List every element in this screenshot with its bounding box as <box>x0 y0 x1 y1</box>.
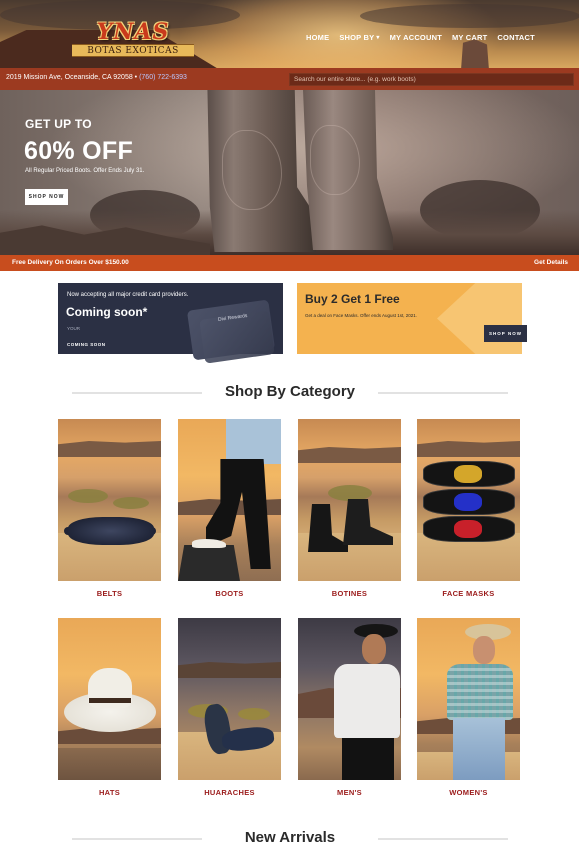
site-logo[interactable]: YNAS BOTAS EXOTICAS <box>72 18 194 58</box>
category-tile-botines[interactable] <box>298 419 401 581</box>
address-text: 2019 Mission Ave, Oceanside, CA 92058 • <box>6 74 140 81</box>
category-tile-mens[interactable] <box>298 618 401 780</box>
womens-model-jeans <box>453 718 505 780</box>
mask-print <box>454 520 482 538</box>
botine-boot <box>343 499 393 545</box>
logo-name: YNAS <box>96 19 170 45</box>
hero-subtitle: All Regular Priced Boots. Offer Ends Jul… <box>25 168 145 174</box>
promo-credit-badge: COMING SOON <box>67 342 106 347</box>
nav-my-account[interactable]: MY ACCOUNT <box>390 31 442 43</box>
face-mask <box>423 461 515 487</box>
nav-contact[interactable]: CONTACT <box>497 31 535 43</box>
tile-mesa <box>417 441 520 457</box>
mask-print <box>454 465 482 483</box>
section-divider <box>378 838 508 840</box>
hat-band <box>89 698 131 703</box>
hero-kicker: GET UP TO <box>25 117 92 131</box>
store-address: 2019 Mission Ave, Oceanside, CA 92058 • … <box>6 74 187 81</box>
belt-buckle <box>68 517 154 545</box>
boots-white-boot <box>192 539 226 548</box>
promo-credit-title: Coming soon* <box>66 305 148 319</box>
tile-bush <box>113 497 149 509</box>
category-label-botines[interactable]: BOTINES <box>298 589 401 598</box>
nav-home-label: HOME <box>306 32 330 42</box>
header-cloud <box>360 4 579 28</box>
face-mask <box>423 489 515 515</box>
delivery-bar: Free Delivery On Orders Over $150.00 Get… <box>0 255 579 271</box>
tile-bush <box>68 489 108 503</box>
mens-model-face <box>362 634 386 664</box>
section-divider <box>72 838 202 840</box>
section-divider <box>72 392 202 394</box>
chevron-down-icon: ▾ <box>376 34 380 41</box>
category-label-face-masks[interactable]: FACE MASKS <box>417 589 520 598</box>
shop-by-category-title: Shop By Category <box>224 383 356 400</box>
logo-tagline: BOTAS EXOTICAS <box>72 44 194 57</box>
promo-credit-mini: YOUR <box>67 326 81 331</box>
category-tile-belts[interactable] <box>58 419 161 581</box>
nav-shop-by[interactable]: SHOP BY ▾ <box>339 31 379 43</box>
botine-boot <box>308 504 348 552</box>
nav-contact-label: CONTACT <box>497 32 535 42</box>
mens-model-shirt <box>334 664 400 738</box>
section-divider <box>378 392 508 394</box>
category-label-boots[interactable]: BOOTS <box>178 589 281 598</box>
tile-bush <box>328 485 372 501</box>
main-nav: HOME SHOP BY ▾ MY ACCOUNT MY CART CONTAC… <box>306 31 535 43</box>
nav-my-cart[interactable]: MY CART <box>452 31 487 43</box>
tile-mesa <box>298 447 401 463</box>
site-header: YNAS BOTAS EXOTICAS HOME SHOP BY ▾ MY AC… <box>0 0 579 68</box>
category-tile-face-masks[interactable] <box>417 419 520 581</box>
boots-display-box <box>178 545 240 581</box>
hero-headline: 60% OFF <box>24 137 134 165</box>
category-tile-womens[interactable] <box>417 618 520 780</box>
delivery-details-link[interactable]: Get Details <box>534 259 568 266</box>
info-bar: 2019 Mission Ave, Oceanside, CA 92058 • … <box>0 68 579 90</box>
nav-my-cart-label: MY CART <box>451 32 488 42</box>
tile-bush <box>238 708 270 720</box>
category-tile-huaraches[interactable] <box>178 618 281 780</box>
nav-shop-by-label: SHOP BY <box>339 32 375 42</box>
nav-home[interactable]: HOME <box>306 31 329 43</box>
search-input[interactable]: Search our entire store... (e.g. work bo… <box>289 73 574 86</box>
category-tile-hats[interactable] <box>58 618 161 780</box>
category-label-womens[interactable]: WOMEN'S <box>417 788 520 797</box>
womens-model-shirt <box>447 664 513 720</box>
mask-print <box>454 493 482 511</box>
delivery-text: Free Delivery On Orders Over $150.00 <box>12 259 129 266</box>
tile-mesa <box>178 662 281 678</box>
promo-b2g1-subtitle: Get a deal on Face Masks. Offer ends Aug… <box>305 313 417 318</box>
category-label-belts[interactable]: BELTS <box>58 589 161 598</box>
promo-b2g1-shop-now-button[interactable]: SHOP NOW <box>484 325 527 342</box>
category-tile-boots[interactable] <box>178 419 281 581</box>
category-label-hats[interactable]: HATS <box>58 788 161 797</box>
womens-model-face <box>473 636 495 664</box>
tile-sand <box>58 748 161 780</box>
phone-link[interactable]: (760) 722-6393 <box>139 74 187 81</box>
category-label-huaraches[interactable]: HUARACHES <box>178 788 281 797</box>
new-arrivals-title: New Arrivals <box>244 829 336 846</box>
promo-b2g1-title: Buy 2 Get 1 Free <box>305 292 400 306</box>
boots-model-shirt <box>226 419 281 464</box>
nav-my-account-label: MY ACCOUNT <box>389 32 442 42</box>
face-mask <box>423 516 515 542</box>
credit-card-illustration <box>186 299 276 364</box>
promo-credit-kicker: Now accepting all major credit card prov… <box>67 292 189 298</box>
mens-model-pants <box>342 738 394 780</box>
category-label-mens[interactable]: MEN'S <box>298 788 401 797</box>
hero-shop-now-button[interactable]: SHOP NOW <box>25 189 68 205</box>
tile-mesa <box>58 441 161 457</box>
